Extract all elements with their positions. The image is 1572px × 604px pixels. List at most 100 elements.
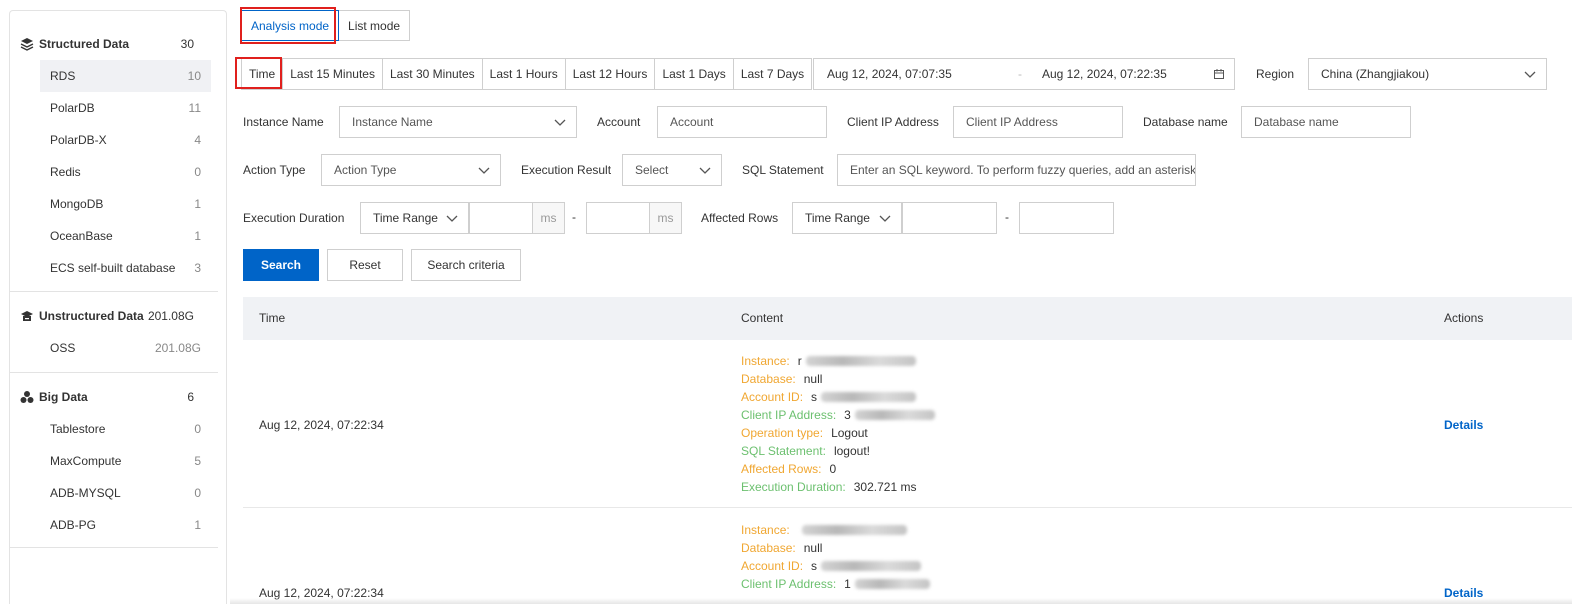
rows-range-select[interactable]: Time Range — [792, 202, 902, 234]
redacted-text — [821, 392, 917, 402]
sidebar-item-adb-pg[interactable]: ADB-PG 1 — [40, 509, 211, 541]
affected-rows-label: Affected Rows — [701, 211, 779, 225]
field-value: s — [811, 559, 818, 573]
group-structured-data[interactable]: Structured Data 30 — [10, 28, 226, 60]
column-time: Time — [259, 311, 286, 325]
last-7-days-button[interactable]: Last 7 Days — [733, 58, 813, 90]
group-count: 30 — [180, 37, 194, 51]
last-1-hours-button[interactable]: Last 1 Hours — [482, 58, 566, 90]
table-header: Time Content Actions — [243, 297, 1572, 340]
action-type-placeholder: Action Type — [334, 163, 397, 177]
duration-min-input[interactable] — [469, 202, 533, 234]
duration-min-unit: ms — [533, 202, 565, 234]
instance-name-label: Instance Name — [243, 115, 324, 129]
sidebar-item-count: 10 — [187, 69, 201, 83]
rows-max-input[interactable] — [1019, 202, 1114, 234]
action-type-select[interactable]: Action Type — [321, 154, 501, 186]
sidebar-item-label: OceanBase — [50, 229, 113, 243]
rows-min-input[interactable] — [902, 202, 997, 234]
group-unstructured-data[interactable]: Unstructured Data 201.08G — [10, 300, 226, 332]
field-key: Account ID — [741, 559, 800, 573]
tab-analysis-mode[interactable]: Analysis mode — [241, 10, 340, 41]
sidebar-item-count: 5 — [194, 454, 201, 468]
column-actions: Actions — [1444, 311, 1484, 325]
sidebar-item-maxcompute[interactable]: MaxCompute 5 — [40, 445, 211, 477]
region-value: China (Zhangjiakou) — [1321, 67, 1430, 81]
archive-icon — [21, 311, 33, 321]
start-date: Aug 12, 2024, 07:07:35 — [827, 67, 952, 81]
sidebar-item-label: ADB-MYSQL — [50, 486, 121, 500]
sidebar-item-rds[interactable]: RDS 10 — [40, 60, 211, 92]
duration-max-input[interactable] — [586, 202, 650, 234]
sidebar-item-mongodb[interactable]: MongoDB 1 — [40, 188, 211, 220]
field-key: SQL Statement — [741, 444, 823, 458]
field-instance: Instance: — [741, 521, 907, 539]
database-name-input[interactable]: Database name — [1241, 106, 1411, 138]
sidebar-item-label: PolarDB — [50, 101, 95, 115]
range-dash: - — [1005, 210, 1009, 224]
last-15-minutes-button[interactable]: Last 15 Minutes — [283, 58, 383, 90]
search-button[interactable]: Search — [243, 249, 319, 281]
field-affected-rows: Affected Rows:0 — [741, 462, 837, 476]
field-value: 1 — [844, 577, 851, 591]
execution-duration-label: Execution Duration — [243, 211, 345, 225]
database-name-label: Database name — [1143, 115, 1228, 129]
sql-statement-input[interactable]: Enter an SQL keyword. To perform fuzzy q… — [837, 154, 1196, 186]
sidebar-item-label: MongoDB — [50, 197, 104, 211]
region-select[interactable]: China (Zhangjiakou) — [1308, 58, 1547, 90]
sql-statement-label: SQL Statement — [742, 163, 824, 177]
chevron-down-icon — [554, 119, 566, 126]
sidebar-item-tablestore[interactable]: Tablestore 0 — [40, 413, 211, 445]
group-big-data[interactable]: Big Data 6 — [10, 381, 226, 413]
sidebar-item-adb-mysql[interactable]: ADB-MYSQL 0 — [40, 477, 211, 509]
details-link[interactable]: Details — [1444, 418, 1483, 432]
sidebar-item-ecs-self-built[interactable]: ECS self-built database 3 — [40, 252, 211, 284]
duration-range-select[interactable]: Time Range — [360, 202, 469, 234]
last-1-days-button[interactable]: Last 1 Days — [655, 58, 734, 90]
calendar-icon — [1214, 69, 1224, 79]
sidebar-item-count: 0 — [194, 165, 201, 179]
field-operation-type: Operation type: Logout — [741, 426, 868, 440]
sidebar-item-redis[interactable]: Redis 0 — [40, 156, 211, 188]
sidebar-item-oss[interactable]: OSS 201.08G — [40, 332, 211, 364]
execution-result-label: Execution Result — [521, 163, 612, 177]
tab-list-mode[interactable]: List mode — [339, 10, 411, 41]
table-row: Aug 12, 2024, 07:22:34 Instance: Databas… — [243, 508, 1572, 604]
last-30-minutes-button[interactable]: Last 30 Minutes — [382, 58, 483, 90]
client-ip-input[interactable]: Client IP Address — [953, 106, 1123, 138]
account-input[interactable]: Account — [657, 106, 827, 138]
column-content: Content — [741, 311, 784, 325]
date-separator: - — [1018, 67, 1022, 81]
field-value: s — [811, 390, 818, 404]
reset-button[interactable]: Reset — [327, 249, 403, 281]
instance-name-select[interactable]: Instance Name — [339, 106, 577, 138]
sidebar-item-polardb[interactable]: PolarDB 11 — [40, 92, 211, 124]
sidebar-item-count: 201.08G — [154, 341, 201, 355]
sidebar-item-label: PolarDB-X — [50, 133, 107, 147]
sidebar-item-label: OSS — [50, 341, 76, 355]
sidebar-item-count: 1 — [194, 518, 201, 532]
duration-range-value: Time Range — [373, 211, 438, 225]
field-key: Operation type — [741, 426, 820, 440]
field-key: Database — [741, 372, 793, 386]
sidebar-item-label: Redis — [50, 165, 81, 179]
cluster-icon — [20, 391, 34, 403]
sidebar-item-label: RDS — [50, 69, 76, 83]
last-12-hours-button[interactable]: Last 12 Hours — [565, 58, 656, 90]
search-criteria-button[interactable]: Search criteria — [411, 249, 521, 281]
duration-max-unit: ms — [650, 202, 682, 234]
time-button[interactable]: Time — [241, 58, 284, 90]
field-value: 0 — [829, 462, 837, 476]
sidebar-item-label: ADB-PG — [50, 518, 97, 532]
sidebar-item-count: 11 — [188, 101, 201, 115]
field-value: null — [803, 541, 823, 555]
group-title: Structured Data — [39, 37, 130, 51]
sidebar-item-polardb-x[interactable]: PolarDB-X 4 — [40, 124, 211, 156]
chevron-down-icon — [446, 215, 458, 222]
chevron-down-icon — [478, 167, 490, 174]
chevron-down-icon — [1524, 71, 1536, 78]
execution-result-select[interactable]: Select — [622, 154, 722, 186]
group-title: Unstructured Data — [39, 309, 144, 323]
date-range-picker[interactable]: Aug 12, 2024, 07:07:35 - Aug 12, 2024, 0… — [813, 58, 1235, 90]
sidebar-item-oceanbase[interactable]: OceanBase 1 — [40, 220, 211, 252]
